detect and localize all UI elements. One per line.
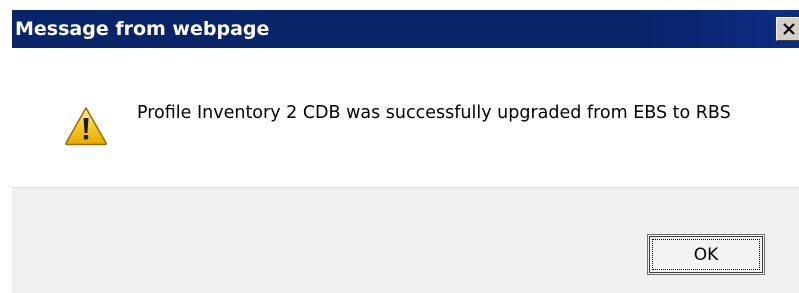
dialog-content: Profile Inventory 2 CDB was successfully…: [12, 48, 799, 188]
focus-rectangle: [652, 239, 760, 270]
dialog-footer: OK: [12, 188, 799, 293]
dialog-title: Message from webpage: [15, 18, 270, 40]
message-dialog: Message from webpage Profile Inventory 2…: [12, 10, 799, 293]
webpage-background: [0, 0, 799, 10]
close-icon: [783, 23, 795, 35]
webpage-edge: [0, 10, 12, 293]
close-button[interactable]: [776, 17, 799, 41]
dialog-message: Profile Inventory 2 CDB was successfully…: [137, 103, 731, 123]
warning-icon: [65, 107, 107, 146]
dialog-titlebar[interactable]: Message from webpage: [12, 10, 799, 48]
screen: Message from webpage Profile Inventory 2…: [0, 0, 799, 293]
ok-button[interactable]: OK: [647, 234, 765, 275]
